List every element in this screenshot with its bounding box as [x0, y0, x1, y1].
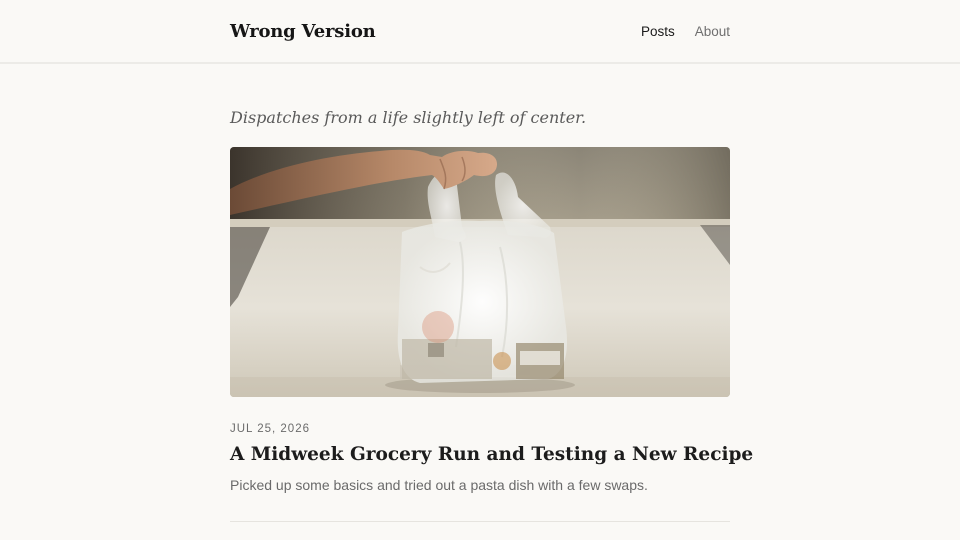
post-excerpt: Picked up some basics and tried out a pa…: [230, 477, 648, 493]
nav-posts-link[interactable]: Posts: [641, 24, 675, 39]
nav-about-link[interactable]: About: [695, 24, 730, 39]
post-divider: [230, 521, 730, 522]
site-tagline: Dispatches from a life slightly left of …: [230, 108, 587, 127]
post-title-link[interactable]: A Midweek Grocery Run and Testing a New …: [230, 444, 753, 465]
post-date: JUL 25, 2026: [230, 423, 310, 435]
site-title-link[interactable]: Wrong Version: [230, 21, 376, 42]
post-hero-image[interactable]: [230, 147, 730, 397]
main-nav: Posts About: [641, 24, 730, 39]
site-header: Wrong Version Posts About: [0, 0, 960, 64]
